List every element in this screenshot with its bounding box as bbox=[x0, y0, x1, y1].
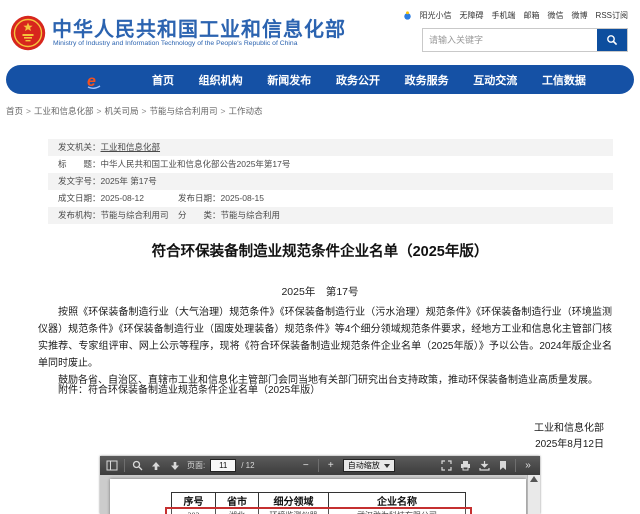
document-title: 符合环保装备制造业规范条件企业名单（2025年版） bbox=[0, 240, 640, 261]
nav-item-gov-services[interactable]: 政务服务 bbox=[405, 72, 449, 88]
xiaoxin-robot-icon bbox=[403, 11, 412, 20]
meta-label: 标 题： bbox=[58, 159, 101, 169]
site-subtitle: Ministry of Industry and Information Tec… bbox=[53, 40, 298, 47]
pdf-page: 序号 省市 细分领域 企业名称 282 湖北 环境监测仪器 武汉敢为科技有限公司 bbox=[110, 479, 526, 514]
weibo-link[interactable]: 微博 bbox=[572, 10, 588, 21]
pdf-toolbar: 页面: / 12 − + 自动缩放 » bbox=[100, 456, 540, 475]
toolbar-divider bbox=[318, 459, 319, 472]
nav-item-home[interactable]: 首页 bbox=[152, 72, 174, 88]
page-total: / 12 bbox=[241, 461, 254, 470]
meta-label: 发文字号： bbox=[58, 176, 101, 186]
search-button[interactable] bbox=[597, 29, 627, 51]
meta-label: 成文日期： bbox=[58, 193, 101, 203]
issuing-org-link[interactable]: 工业和信息化部 bbox=[101, 142, 161, 152]
breadcrumb-energy-dept[interactable]: 节能与综合利用司 bbox=[149, 106, 217, 116]
scroll-up-arrow-icon[interactable] bbox=[530, 476, 538, 482]
utility-links: 阳光小信 无障碍 手机端 邮箱 微信 微博 RSS订阅 bbox=[403, 10, 628, 21]
nav-item-gov-disclosure[interactable]: 政务公开 bbox=[336, 72, 380, 88]
zoom-out-button[interactable]: − bbox=[299, 458, 313, 473]
page-up-icon[interactable] bbox=[149, 458, 163, 473]
toolbar-divider bbox=[124, 459, 125, 472]
miit-logo-icon: e bbox=[84, 70, 104, 90]
bookmark-icon[interactable] bbox=[496, 458, 510, 473]
meta-value: 2025-08-12 bbox=[101, 193, 144, 203]
breadcrumb-miit[interactable]: 工业和信息化部 bbox=[34, 106, 94, 116]
sidebar-toggle-icon[interactable] bbox=[105, 458, 119, 473]
paragraph: 按照《环保装备制造行业（大气治理）规范条件》《环保装备制造行业（污水治理）规范条… bbox=[38, 304, 612, 372]
breadcrumb: 首页>工业和信息化部>机关司局>节能与综合利用司>工作动态 bbox=[0, 94, 640, 117]
nav-item-organization[interactable]: 组织机构 bbox=[199, 72, 243, 88]
signature-date: 2025年8月12日 bbox=[534, 437, 604, 453]
page-number-input[interactable] bbox=[210, 459, 236, 472]
accessibility-link[interactable]: 无障碍 bbox=[460, 10, 484, 21]
meta-col2: 发布日期：2025-08-15 bbox=[178, 190, 264, 207]
meta-value: 2025年 第17号 bbox=[101, 176, 157, 186]
meta-value: 节能与综合利用司 bbox=[101, 210, 169, 220]
document-meta-table: 发文机关：工业和信息化部 标 题：中华人民共和国工业和信息化部公告2025年第1… bbox=[48, 139, 613, 224]
chevron-down-icon bbox=[384, 464, 390, 468]
search-input[interactable] bbox=[423, 29, 597, 51]
xiaoxin-link[interactable]: 阳光小信 bbox=[420, 10, 452, 21]
download-icon[interactable] bbox=[477, 458, 491, 473]
main-nav: e 首页 组织机构 新闻发布 政务公开 政务服务 互动交流 工信数据 bbox=[6, 65, 634, 94]
site-search bbox=[422, 28, 628, 52]
presentation-mode-icon[interactable] bbox=[439, 458, 453, 473]
breadcrumb-departments[interactable]: 机关司局 bbox=[104, 106, 138, 116]
meta-row-title: 标 题：中华人民共和国工业和信息化部公告2025年第17号 bbox=[48, 156, 613, 173]
document-body: 按照《环保装备制造行业（大气治理）规范条件》《环保装备制造行业（污水治理）规范条… bbox=[38, 304, 612, 389]
signature-org: 工业和信息化部 bbox=[534, 421, 604, 437]
meta-row-doc-number: 发文字号：2025年 第17号 bbox=[48, 173, 613, 190]
wechat-link[interactable]: 微信 bbox=[548, 10, 564, 21]
breadcrumb-work-updates: 工作动态 bbox=[228, 106, 262, 116]
page-label: 页面: bbox=[187, 460, 205, 471]
print-icon[interactable] bbox=[458, 458, 472, 473]
toolbar-divider bbox=[515, 459, 516, 472]
breadcrumb-separator: > bbox=[220, 106, 225, 116]
nav-item-data[interactable]: 工信数据 bbox=[542, 72, 586, 88]
breadcrumb-separator: > bbox=[26, 106, 31, 116]
meta-label: 分 类： bbox=[178, 210, 221, 220]
document-number: 2025年 第17号 bbox=[0, 284, 640, 299]
mobile-link[interactable]: 手机端 bbox=[492, 10, 516, 21]
meta-label: 发文机关： bbox=[58, 142, 101, 152]
zoom-select-value: 自动缩放 bbox=[348, 460, 380, 471]
site-header: 中华人民共和国工业和信息化部 Ministry of Industry and … bbox=[0, 0, 640, 63]
pdf-viewer: 页面: / 12 − + 自动缩放 » 序号 bbox=[100, 456, 540, 514]
meta-label: 发布机构： bbox=[58, 210, 101, 220]
zoom-in-button[interactable]: + bbox=[324, 458, 338, 473]
national-emblem-icon bbox=[10, 15, 46, 51]
pdf-content-area: 序号 省市 细分领域 企业名称 282 湖北 环境监测仪器 武汉敢为科技有限公司 bbox=[100, 475, 540, 514]
search-icon bbox=[606, 34, 618, 46]
meta-col2: 分 类：节能与综合利用 bbox=[178, 207, 280, 224]
meta-row-dates: 成文日期：2025-08-12 发布日期：2025-08-15 bbox=[48, 190, 613, 207]
breadcrumb-home[interactable]: 首页 bbox=[6, 106, 23, 116]
breadcrumb-separator: > bbox=[141, 106, 146, 116]
nav-item-news[interactable]: 新闻发布 bbox=[267, 72, 311, 88]
signature-block: 工业和信息化部 2025年8月12日 bbox=[534, 421, 604, 453]
meta-value: 2025-08-15 bbox=[221, 193, 264, 203]
mail-link[interactable]: 邮箱 bbox=[524, 10, 540, 21]
meta-row-issuing-org: 发文机关：工业和信息化部 bbox=[48, 139, 613, 156]
nav-items: 首页 组织机构 新闻发布 政务公开 政务服务 互动交流 工信数据 bbox=[152, 72, 586, 88]
attachment-line[interactable]: 附件：符合环保装备制造业规范条件企业名单（2025年版） bbox=[38, 381, 612, 396]
pdf-scrollbar[interactable] bbox=[527, 475, 540, 514]
meta-value: 节能与综合利用 bbox=[221, 210, 281, 220]
nav-item-interaction[interactable]: 互动交流 bbox=[473, 72, 517, 88]
meta-row-publisher: 发布机构：节能与综合利用司 分 类：节能与综合利用 bbox=[48, 207, 613, 224]
breadcrumb-separator: > bbox=[97, 106, 102, 116]
zoom-select[interactable]: 自动缩放 bbox=[343, 459, 395, 472]
more-tools-icon[interactable]: » bbox=[521, 458, 535, 473]
meta-value: 中华人民共和国工业和信息化部公告2025年第17号 bbox=[101, 159, 291, 169]
page-down-icon[interactable] bbox=[168, 458, 182, 473]
site-title: 中华人民共和国工业和信息化部 bbox=[52, 13, 346, 42]
meta-label: 发布日期： bbox=[178, 193, 221, 203]
rss-link[interactable]: RSS订阅 bbox=[596, 10, 628, 21]
find-icon[interactable] bbox=[130, 458, 144, 473]
